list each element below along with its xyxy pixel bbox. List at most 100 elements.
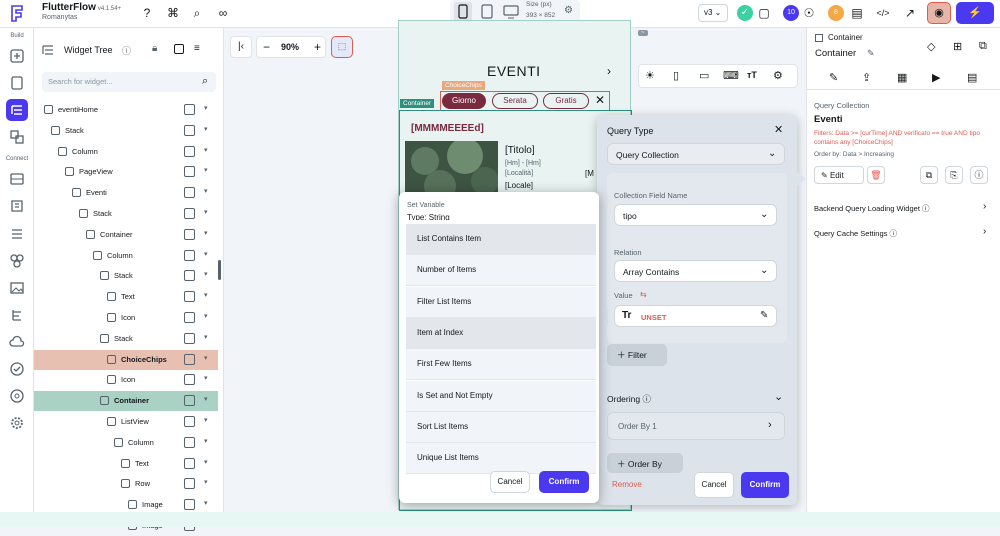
row-menu-icon[interactable]: ▾ — [204, 104, 208, 112]
cancel-button[interactable]: Cancel — [694, 472, 734, 498]
remove-button[interactable]: Remove — [612, 480, 642, 489]
phone-preview-icon[interactable]: ▯ — [673, 69, 679, 82]
widget-name[interactable]: Container — [815, 48, 856, 59]
tree-row-text[interactable]: Text ▾ — [34, 287, 218, 307]
confirm-button[interactable]: Confirm — [741, 472, 789, 498]
add-child-icon[interactable]: ⊞ — [953, 40, 962, 53]
chip-gratis[interactable]: Gratis — [543, 93, 589, 109]
tree-row-stack[interactable]: Stack ▾ — [34, 204, 218, 224]
help-icon[interactable]: ? — [140, 6, 154, 20]
tests-icon[interactable] — [9, 361, 25, 377]
chip-giorno[interactable]: Giorno — [442, 93, 486, 109]
delete-query-icon[interactable]: 🗑︎ — [867, 166, 885, 184]
database-icon[interactable] — [9, 171, 25, 187]
add-child-icon[interactable] — [184, 416, 195, 427]
tree-row-eventi[interactable]: Eventi ▾ — [34, 183, 218, 203]
light-mode-icon[interactable]: ☀ — [645, 69, 655, 82]
add-child-icon[interactable] — [184, 270, 195, 282]
tablet-device-icon[interactable] — [478, 2, 496, 22]
add-child-icon[interactable] — [184, 312, 195, 323]
settings-gear-icon[interactable] — [9, 415, 25, 431]
version-select[interactable]: v3 ⌄ — [698, 4, 728, 22]
wrap-widget-icon[interactable]: ⧉ — [979, 40, 987, 53]
menu-item-sort-list-items[interactable]: Sort List Items — [406, 411, 596, 443]
tree-row-column[interactable]: Column ▾ — [34, 246, 218, 266]
row-menu-icon[interactable]: ▾ — [204, 229, 208, 237]
tab-animations-icon[interactable]: ▶ — [932, 71, 940, 84]
add-child-icon[interactable] — [184, 291, 195, 303]
canvas-settings-icon[interactable]: ⚙ — [773, 69, 783, 82]
row-menu-icon[interactable]: ▾ — [204, 250, 208, 258]
add-child-icon[interactable] — [184, 145, 195, 157]
add-child-icon[interactable] — [184, 228, 195, 240]
tab-docs-icon[interactable]: ▤ — [967, 71, 977, 84]
tab-properties-icon[interactable]: ✎ — [829, 71, 838, 84]
close-icon[interactable]: ✕ — [774, 123, 783, 136]
widget-tree-icon[interactable] — [6, 99, 28, 121]
row-menu-icon[interactable]: ▾ — [204, 395, 208, 403]
query-info-icon[interactable]: ⓘ — [970, 166, 988, 184]
phone-device-icon[interactable] — [454, 2, 472, 22]
desktop-device-icon[interactable] — [502, 2, 520, 22]
diamond-icon[interactable]: ◇ — [927, 40, 935, 53]
row-menu-icon[interactable]: ▾ — [204, 146, 208, 154]
integrations-icon[interactable] — [9, 388, 25, 404]
tree-row-text[interactable]: Text ▾ — [34, 454, 218, 474]
lock-icon[interactable]: 🔒︎ — [152, 43, 157, 54]
widget-search-box[interactable]: Search for widget... ⌕ — [42, 72, 216, 92]
tab-backend-query-icon[interactable]: ▦ — [897, 71, 907, 84]
tree-row-icon[interactable]: Icon ▾ — [34, 370, 218, 390]
check-status-icon[interactable]: ✓ — [737, 5, 753, 21]
add-child-icon[interactable] — [184, 395, 195, 407]
device-frame-icon[interactable]: ▭ — [699, 69, 709, 82]
tree-scrollbar[interactable] — [218, 260, 221, 280]
value-field[interactable]: Tr UNSET ✎ — [614, 305, 777, 327]
add-child-icon[interactable] — [184, 374, 195, 386]
row-menu-icon[interactable]: ▾ — [204, 333, 208, 341]
row-menu-icon[interactable]: ▾ — [204, 499, 208, 507]
chat-icon[interactable]: ▢ — [757, 6, 771, 20]
tree-row-container[interactable]: Container ▾ — [34, 391, 218, 412]
size-settings-icon[interactable]: ⚙ — [564, 5, 573, 16]
chevron-right-icon[interactable]: › — [983, 226, 986, 237]
row-menu-icon[interactable]: ▾ — [204, 416, 208, 424]
run-lightning-icon[interactable]: ⚡ — [956, 2, 994, 24]
tree-row-container[interactable]: Container ▾ — [34, 225, 218, 245]
media-assets-icon[interactable] — [9, 280, 25, 296]
chevron-right-icon[interactable]: › — [607, 64, 611, 78]
menu-item-filter-list-items[interactable]: Filter List Items — [406, 286, 596, 318]
widget-type-checkbox[interactable] — [815, 34, 823, 42]
components-icon[interactable] — [9, 129, 25, 145]
tree-row-column[interactable]: Column ▾ — [34, 433, 218, 453]
confirm-button[interactable]: Confirm — [539, 471, 589, 493]
command-icon[interactable]: ⌘ — [166, 6, 180, 20]
edit-value-icon[interactable]: ✎ — [760, 310, 768, 321]
tree-row-icon[interactable]: Icon ▾ — [34, 308, 218, 328]
add-widget-icon[interactable] — [9, 48, 25, 64]
chip-serata[interactable]: Serata — [492, 93, 538, 109]
add-filter-button[interactable]: ＋ Filter — [607, 344, 667, 366]
cancel-button[interactable]: Cancel — [490, 471, 530, 493]
edit-query-button[interactable]: ✎ Edit — [814, 166, 864, 184]
add-child-icon[interactable] — [184, 353, 195, 365]
menu-item-unique-list-items[interactable]: Unique List Items — [406, 443, 596, 475]
zoom-in-button[interactable]: + — [314, 40, 321, 54]
paste-query-icon[interactable]: ⎘ — [945, 166, 963, 184]
add-order-by-button[interactable]: ＋ Order By — [607, 453, 683, 473]
warnings-badge[interactable]: 8 — [828, 5, 844, 21]
row-menu-icon[interactable]: ▾ — [204, 291, 208, 299]
add-child-icon[interactable] — [184, 457, 195, 469]
theme-icon[interactable] — [9, 253, 25, 269]
row-menu-icon[interactable]: ▾ — [204, 270, 208, 278]
variable-source-icon[interactable]: ⇆ — [640, 290, 647, 299]
field-name-select[interactable]: tipo ⌄ — [614, 204, 777, 226]
row-menu-icon[interactable]: ▾ — [204, 354, 208, 362]
query-cache-settings-row[interactable]: Query Cache Settings ⓘ — [814, 228, 897, 239]
order-by-item[interactable]: Order By 1 › — [607, 412, 785, 440]
document-icon[interactable]: ▤ — [850, 6, 864, 20]
info-icon[interactable]: ⓘ — [122, 44, 131, 57]
add-child-icon[interactable] — [184, 124, 195, 136]
backend-loading-widget-row[interactable]: Backend Query Loading Widget ⓘ — [814, 203, 930, 214]
relation-select[interactable]: Array Contains ⌄ — [614, 260, 777, 282]
keyboard-icon[interactable]: ⌨ — [723, 69, 739, 82]
